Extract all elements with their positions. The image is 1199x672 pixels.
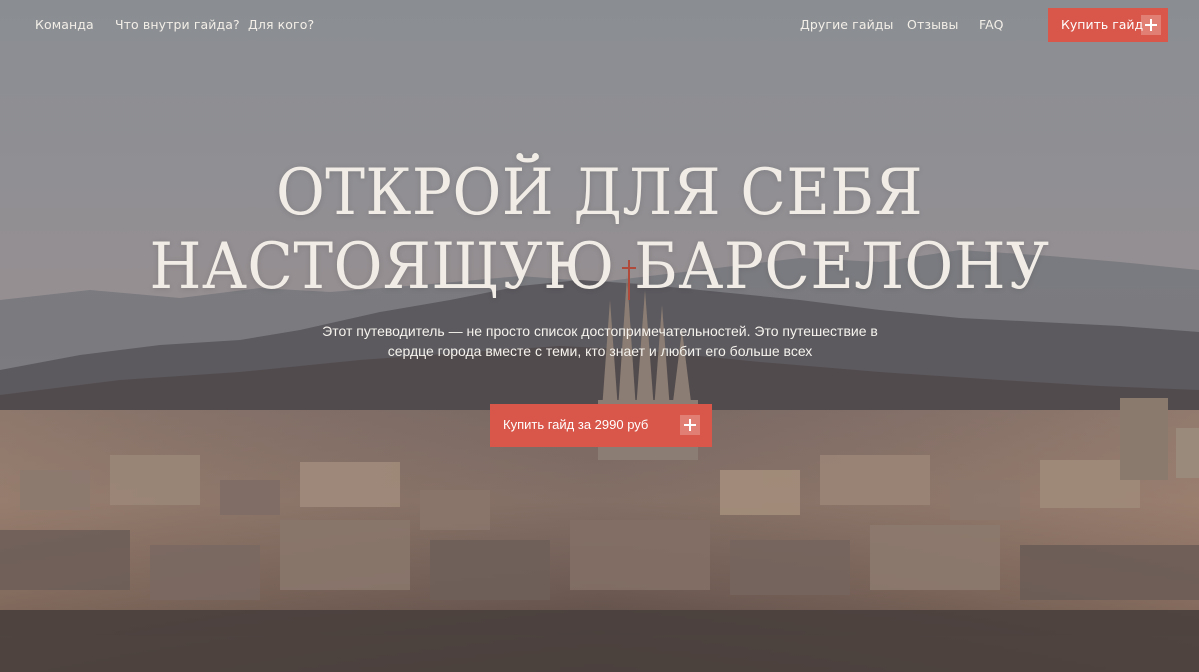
plus-icon xyxy=(1141,15,1161,35)
hero-buy-guide-button[interactable]: Купить гайд за 2990 руб xyxy=(490,404,712,447)
hero-title-line-2: НАСТОЯЩУЮ БАРСЕЛОНУ xyxy=(149,230,1050,304)
hero-subtitle-line-1: Этот путеводитель — не просто список дос… xyxy=(322,323,878,339)
nav-buy-guide-button[interactable]: Купить гайд xyxy=(1048,8,1168,42)
hero-title-line-1: ОТКРОЙ ДЛЯ СЕБЯ xyxy=(275,156,924,230)
nav-link-faq[interactable]: FAQ xyxy=(979,17,1004,32)
nav-link-team[interactable]: Команда xyxy=(35,17,94,32)
plus-icon xyxy=(680,415,700,435)
hero-buy-guide-label: Купить гайд за 2990 руб xyxy=(503,417,649,432)
nav-buy-guide-label: Купить гайд xyxy=(1061,17,1144,32)
nav-link-reviews[interactable]: Отзывы xyxy=(907,17,958,32)
hero-subtitle: Этот путеводитель — не просто список дос… xyxy=(300,321,900,361)
top-navigation: Команда Что внутри гайда? Для кого? Друг… xyxy=(0,0,1199,50)
hero-title: ОТКРОЙ ДЛЯ СЕБЯ НАСТОЯЩУЮ БАРСЕЛОНУ xyxy=(0,156,1199,304)
nav-link-for-whom[interactable]: Для кого? xyxy=(248,17,314,32)
hero-subtitle-line-2: сердце города вместе с теми, кто знает и… xyxy=(387,343,813,359)
nav-link-whats-inside[interactable]: Что внутри гайда? xyxy=(115,17,240,32)
nav-link-other-guides[interactable]: Другие гайды xyxy=(800,17,894,32)
